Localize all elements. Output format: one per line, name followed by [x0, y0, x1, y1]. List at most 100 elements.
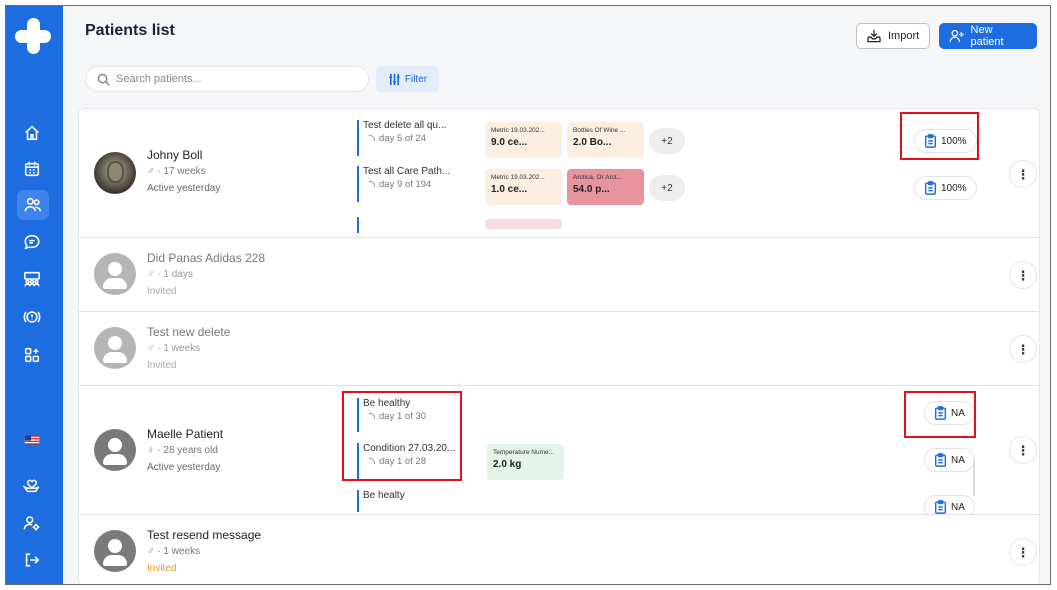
avatar — [94, 429, 136, 471]
patient-meta: ♂ · 17 weeks — [147, 166, 206, 177]
row-menu-button[interactable]: ⋮ — [1009, 538, 1037, 566]
user-settings-icon[interactable] — [21, 512, 43, 534]
search-input[interactable]: Search patients... — [85, 66, 369, 92]
care-path-title: Be healty — [363, 490, 405, 501]
new-patient-label: New patient — [970, 24, 1004, 48]
main-content: Patients list Import New patient Search … — [63, 6, 1050, 584]
patient-meta: ♀ · 28 years old — [147, 445, 218, 456]
patient-row-maelle-patient[interactable]: Maelle Patient ♀ · 28 years old Active y… — [79, 386, 1039, 515]
patients-list: Johny Boll ♂ · 17 weeks Active yesterday… — [78, 108, 1040, 584]
row-menu-button[interactable]: ⋮ — [1009, 160, 1037, 188]
row-menu-button[interactable]: ⋮ — [1009, 261, 1037, 289]
sidebar — [6, 6, 63, 584]
patients-icon[interactable] — [17, 190, 49, 220]
clipboard-icon — [934, 453, 947, 467]
page-title: Patients list — [85, 22, 175, 39]
care-path[interactable]: Condition 27.03.20... day 1 of 28 — [357, 443, 455, 479]
home-icon[interactable] — [21, 122, 43, 144]
patient-meta: ♂ · 1 days — [147, 269, 193, 280]
avatar — [94, 327, 136, 369]
clipboard-icon — [924, 181, 937, 195]
gender-icon: ♂ — [147, 166, 155, 177]
patient-row-did-panas[interactable]: Did Panas Adidas 228 ♂ · 1 days Invited … — [79, 238, 1039, 312]
patient-age: 28 years old — [163, 445, 218, 456]
care-path-day: day 1 of 28 — [363, 456, 455, 467]
patient-name[interactable]: Test new delete — [147, 325, 230, 339]
patient-meta: ♂ · 1 weeks — [147, 343, 201, 354]
avatar — [94, 152, 136, 194]
metric-card[interactable]: Arctica, Or Arct... 54.0 p... — [567, 169, 644, 205]
patient-row-test-new-delete[interactable]: Test new delete ♂ · 1 weeks Invited ⋮ — [79, 312, 1039, 386]
care-path[interactable]: Test delete all qu... day 5 of 24 — [357, 120, 446, 156]
patient-age: 1 weeks — [163, 343, 201, 354]
care-hand-icon[interactable] — [21, 475, 43, 497]
care-path-title: Test delete all qu... — [363, 120, 447, 131]
patient-status: Invited — [147, 563, 177, 574]
care-path[interactable] — [357, 217, 363, 233]
gender-icon: ♀ — [147, 445, 155, 456]
search-icon — [97, 73, 110, 86]
apps-icon[interactable] — [21, 344, 43, 366]
app-window: Patients list Import New patient Search … — [5, 5, 1051, 585]
chat-icon[interactable] — [21, 231, 43, 253]
care-path[interactable]: Be healty — [357, 490, 405, 512]
adherence-chip[interactable]: NA — [924, 448, 975, 472]
patient-row-johny-boll[interactable]: Johny Boll ♂ · 17 weeks Active yesterday… — [79, 109, 1039, 238]
adherence-chip[interactable]: 100% — [914, 176, 977, 200]
calendar-icon[interactable] — [21, 158, 43, 180]
adherence-scrollbar[interactable] — [973, 458, 975, 496]
gender-icon: ♂ — [147, 343, 155, 354]
filter-button[interactable]: Filter — [376, 66, 439, 92]
add-user-icon — [949, 29, 964, 42]
import-label: Import — [888, 30, 920, 42]
patient-age: 17 weeks — [163, 166, 206, 177]
groups-icon[interactable] — [21, 268, 43, 290]
clipboard-icon — [934, 500, 947, 514]
row-menu-button[interactable]: ⋮ — [1009, 436, 1037, 464]
search-placeholder: Search patients... — [116, 73, 202, 85]
row-menu-button[interactable]: ⋮ — [1009, 335, 1037, 363]
clipboard-icon — [924, 134, 937, 148]
gender-icon: ♂ — [147, 269, 155, 280]
more-metrics-badge[interactable]: +2 — [649, 128, 685, 154]
new-patient-button[interactable]: New patient — [939, 23, 1037, 49]
filter-label: Filter — [404, 73, 428, 85]
patient-row-test-resend[interactable]: Test resend message ♂ · 1 weeks Invited … — [79, 515, 1039, 584]
metric-card — [485, 219, 562, 229]
gender-icon: ♂ — [147, 546, 155, 557]
filter-icon — [389, 73, 400, 85]
metric-card[interactable]: Temperature Nume... 2.0 kg — [487, 444, 564, 480]
logout-icon[interactable] — [21, 549, 43, 571]
metric-card[interactable]: Metric 19.03.202... 9.0 ce... — [485, 122, 562, 158]
care-path-title: Condition 27.03.20... — [363, 443, 456, 454]
patient-name[interactable]: Johny Boll — [147, 148, 202, 162]
clipboard-icon — [934, 406, 947, 420]
patient-age: 1 weeks — [163, 546, 201, 557]
care-path-day: day 9 of 194 — [363, 179, 450, 190]
us-flag-icon[interactable] — [21, 429, 43, 451]
adherence-chip[interactable]: 100% — [914, 129, 977, 153]
patient-name[interactable]: Maelle Patient — [147, 427, 223, 441]
patient-age: 1 days — [163, 269, 193, 280]
patient-status: Invited — [147, 286, 177, 297]
import-button[interactable]: Import — [856, 23, 930, 49]
patient-status: Invited — [147, 360, 177, 371]
patient-name[interactable]: Test resend message — [147, 528, 261, 542]
adherence-chip[interactable]: NA — [924, 401, 975, 425]
care-path[interactable]: Be healthy day 1 of 30 — [357, 398, 426, 432]
app-logo[interactable] — [15, 18, 51, 54]
patient-name[interactable]: Did Panas Adidas 228 — [147, 251, 265, 265]
metric-card[interactable]: Metric 19.03.202... 1.0 ce... — [485, 169, 562, 205]
more-metrics-badge[interactable]: +2 — [649, 175, 685, 201]
adherence-chip[interactable]: NA — [924, 495, 975, 514]
care-path-day: day 5 of 24 — [363, 133, 446, 144]
metric-card[interactable]: Bottles Of Wine ... 2.0 Bo... — [567, 122, 644, 158]
patient-status: Active yesterday — [147, 462, 221, 473]
care-path-day: day 1 of 30 — [363, 411, 426, 422]
alert-icon[interactable] — [21, 306, 43, 328]
care-path[interactable]: Test all Care Path... day 9 of 194 — [357, 166, 450, 202]
care-path-title: Test all Care Path... — [363, 166, 451, 177]
avatar — [94, 253, 136, 295]
patient-status: Active yesterday — [147, 183, 221, 194]
patient-meta: ♂ · 1 weeks — [147, 546, 201, 557]
